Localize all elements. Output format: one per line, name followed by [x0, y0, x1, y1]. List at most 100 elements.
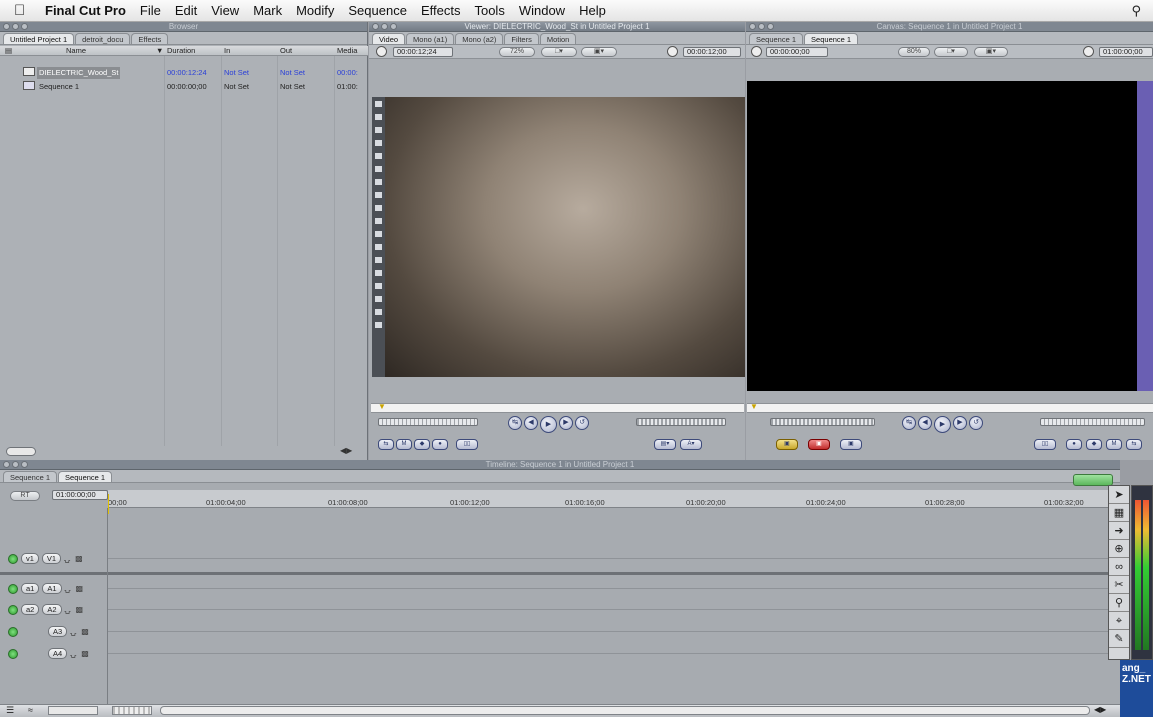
tab-video[interactable]: Video: [372, 33, 406, 44]
match-frame-button[interactable]: ⇆: [378, 439, 394, 450]
mark-in-out-button[interactable]: ▯▯: [456, 439, 478, 450]
list-item[interactable]: DIELECTRIC_Wood_St 00:00:12:24 Not Set N…: [0, 67, 360, 79]
viewer-shuttle-control[interactable]: [378, 418, 478, 426]
track-size-control[interactable]: [48, 706, 98, 715]
play-button[interactable]: ▶: [540, 416, 557, 433]
column-name[interactable]: Name: [66, 46, 86, 56]
pen-tool-icon[interactable]: ✎: [1109, 630, 1129, 648]
track-audible-toggle[interactable]: [8, 648, 18, 659]
destination-track-a3[interactable]: A3: [48, 626, 68, 637]
video-audio-divider[interactable]: [0, 572, 1108, 575]
canvas-current-timecode[interactable]: 01:00:00;00: [1099, 47, 1153, 57]
lock-icon[interactable]: ⍽: [65, 605, 73, 614]
shuttle-dial-icon[interactable]: [751, 46, 762, 57]
tab-filters[interactable]: Filters: [504, 33, 539, 44]
viewer-scrubber-bar[interactable]: [371, 403, 744, 413]
add-marker-button[interactable]: ●: [432, 439, 448, 450]
viewer-duration-field[interactable]: 00:00:12;24: [393, 47, 453, 57]
mark-clip-button[interactable]: M: [396, 439, 412, 450]
razor-tool-icon[interactable]: ✂: [1109, 576, 1129, 594]
timeline-timecode-field[interactable]: 01:00:00;00: [52, 490, 108, 500]
menu-tools[interactable]: Tools: [467, 3, 511, 18]
menu-sequence[interactable]: Sequence: [341, 3, 414, 18]
mark-clip-button[interactable]: M: [1106, 439, 1122, 450]
track-audible-toggle[interactable]: [8, 583, 18, 594]
zoom-tool-icon[interactable]: ⚲: [1109, 594, 1129, 612]
overlay-popup[interactable]: ▣▾: [581, 47, 617, 57]
clip-overlays-icon[interactable]: ≈: [28, 705, 33, 715]
minimize-button[interactable]: [12, 461, 19, 468]
close-button[interactable]: [749, 23, 756, 30]
add-keyframe-button[interactable]: ◆: [1086, 439, 1102, 450]
app-menu[interactable]: Final Cut Pro: [38, 3, 133, 18]
destination-track-v1[interactable]: V1: [41, 553, 62, 564]
track-audible-toggle[interactable]: [8, 604, 18, 615]
destination-track-a4[interactable]: A4: [48, 648, 68, 659]
canvas-shuttle-control[interactable]: [770, 418, 875, 426]
apple-menu-icon[interactable]: : [14, 2, 28, 19]
menu-modify[interactable]: Modify: [289, 3, 341, 18]
next-edit-button[interactable]: ▶: [953, 416, 967, 430]
shuttle-dial-icon[interactable]: [376, 46, 387, 57]
source-track-v1[interactable]: v1: [21, 553, 39, 564]
column-duration[interactable]: Duration: [167, 46, 195, 56]
source-track-a2[interactable]: a2: [21, 604, 40, 615]
menu-mark[interactable]: Mark: [246, 3, 289, 18]
overlay-popup[interactable]: ▣▾: [974, 47, 1008, 57]
replace-edit-button[interactable]: ▣: [840, 439, 862, 450]
auto-select-icon[interactable]: ▩: [76, 584, 84, 593]
destination-track-a1[interactable]: A1: [42, 583, 62, 594]
spotlight-search-icon[interactable]: ⚲: [1131, 3, 1141, 19]
canvas-video-frame[interactable]: [747, 81, 1137, 391]
recent-clips-button[interactable]: ▤▾: [654, 439, 676, 450]
scroll-arrows-icon[interactable]: ◀▶: [340, 446, 352, 455]
view-options-popup[interactable]: □▾: [541, 47, 577, 57]
zoom-button[interactable]: [21, 461, 28, 468]
menu-window[interactable]: Window: [512, 3, 572, 18]
add-keyframe-button[interactable]: ◆: [414, 439, 430, 450]
add-marker-button[interactable]: ●: [1066, 439, 1082, 450]
tab-sequence-1[interactable]: Sequence 1: [749, 33, 804, 44]
canvas-scrubber-bar[interactable]: [747, 403, 1153, 413]
tab-mono-a1[interactable]: Mono (a1): [406, 33, 455, 44]
linking-toggle[interactable]: [1073, 474, 1113, 486]
playhead-icon[interactable]: ▼: [378, 402, 386, 411]
lock-icon[interactable]: ⍽: [70, 627, 78, 636]
canvas-duration-field[interactable]: 00:00:00;00: [766, 47, 828, 57]
auto-select-icon[interactable]: ▩: [81, 649, 89, 658]
auto-select-icon[interactable]: ▩: [76, 605, 84, 614]
canvas-zoom-popup[interactable]: 80%: [898, 47, 930, 57]
canvas-jog-control[interactable]: [1040, 418, 1145, 426]
crop-tool-icon[interactable]: ⌖: [1109, 612, 1129, 630]
timeline-horizontal-scrollbar[interactable]: [160, 706, 1090, 715]
roll-tool-icon[interactable]: ⊕: [1109, 540, 1129, 558]
lock-icon[interactable]: ⍽: [65, 584, 73, 593]
column-in[interactable]: In: [224, 46, 230, 56]
close-button[interactable]: [372, 23, 379, 30]
slip-tool-icon[interactable]: ∞: [1109, 558, 1129, 576]
tab-detroit-docu[interactable]: detroit_docu: [75, 33, 131, 44]
minimize-button[interactable]: [381, 23, 388, 30]
edit-selection-tool-icon[interactable]: ▦: [1109, 504, 1129, 522]
close-button[interactable]: [3, 461, 10, 468]
zoom-button[interactable]: [21, 23, 28, 30]
playhead-icon[interactable]: ▼: [750, 402, 758, 411]
horizontal-scrollbar[interactable]: [6, 447, 36, 456]
column-media[interactable]: Media: [337, 46, 357, 56]
menu-effects[interactable]: Effects: [414, 3, 468, 18]
tab-untitled-project[interactable]: Untitled Project 1: [3, 33, 75, 44]
zoom-button[interactable]: [390, 23, 397, 30]
viewer-video-frame[interactable]: [385, 97, 745, 377]
tab-motion[interactable]: Motion: [539, 33, 577, 44]
menu-edit[interactable]: Edit: [168, 3, 204, 18]
menu-view[interactable]: View: [204, 3, 246, 18]
generator-button[interactable]: A▾: [680, 439, 702, 450]
play-around-button[interactable]: ↺: [969, 416, 983, 430]
next-edit-button[interactable]: ▶: [559, 416, 573, 430]
menu-help[interactable]: Help: [572, 3, 613, 18]
destination-track-a2[interactable]: A2: [42, 604, 62, 615]
mark-in-out-button[interactable]: ▯▯: [1034, 439, 1056, 450]
viewer-jog-control[interactable]: [636, 418, 726, 426]
viewer-current-timecode[interactable]: 00:00:12;00: [683, 47, 741, 57]
overwrite-edit-button[interactable]: ▣: [808, 439, 830, 450]
